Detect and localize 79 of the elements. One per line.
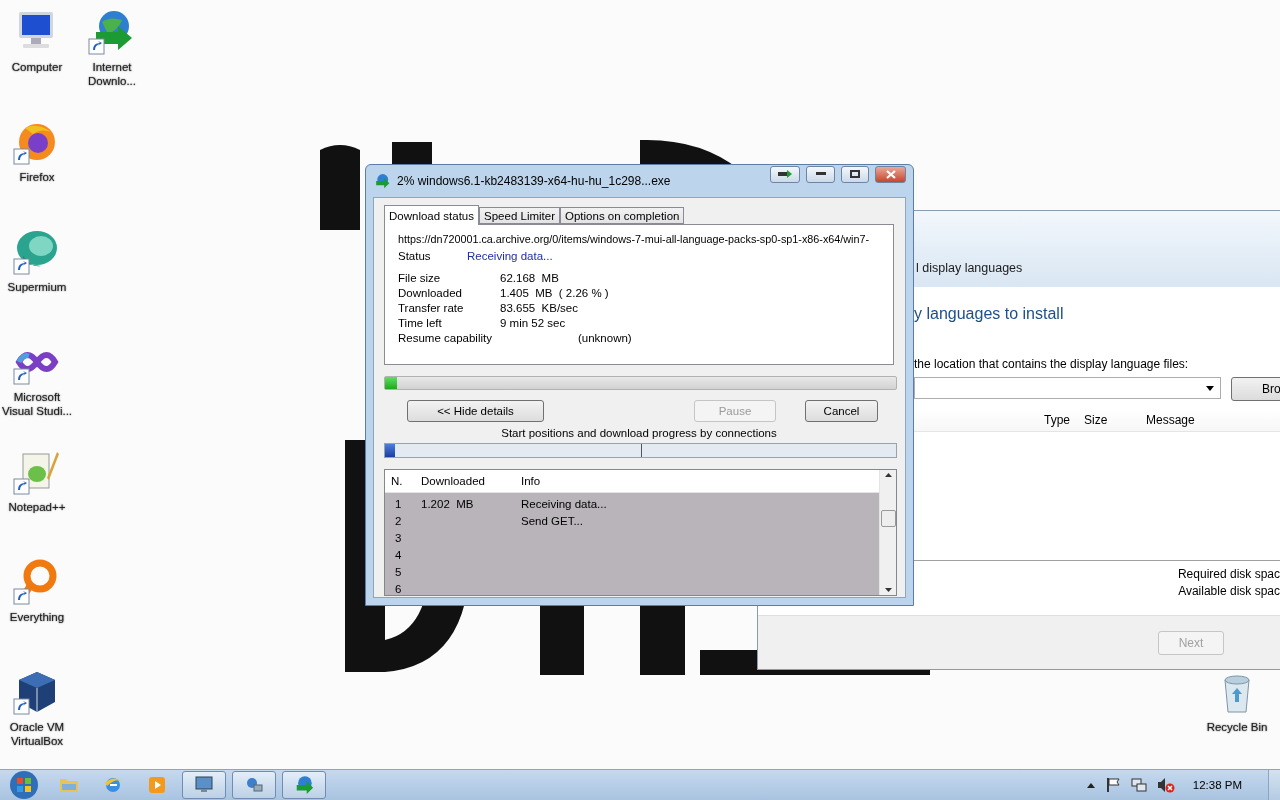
tab[interactable]: Speed Limiter <box>479 207 560 224</box>
window-header: l display languages <box>916 261 1023 275</box>
location-dropdown[interactable] <box>914 377 1221 399</box>
status-value: Receiving data... <box>467 250 553 262</box>
download-url: https://dn720001.ca.archive.org/0/items/windows-7-mui-all-language-packs-sp0-sp1-x86-x64/win7- <box>398 233 870 245</box>
icon-label: Recycle Bin <box>1206 720 1268 734</box>
page-heading: y languages to install <box>914 305 1065 323</box>
status-label: Status <box>398 250 432 262</box>
show-desktop-button[interactable] <box>1268 770 1280 800</box>
icon-label: Oracle VM VirtualBox <box>8 720 66 748</box>
table-cell: Send GET... <box>521 514 583 527</box>
tab[interactable]: Options on completion <box>560 207 685 224</box>
globe-e-icon[interactable] <box>103 775 123 795</box>
column-header[interactable]: Size <box>1084 413 1146 427</box>
scrollbar-thumb[interactable] <box>880 510 896 527</box>
detail-value: 62.168 MB <box>500 272 559 284</box>
column-header[interactable]: Type <box>1044 413 1084 427</box>
table-cell-text: 6 <box>394 582 403 595</box>
detail-label: Downloaded <box>398 287 463 299</box>
disk-space-label: Required disk spac <box>1177 567 1280 581</box>
disk-space-label: Available disk spac <box>1178 584 1280 598</box>
icon-label: Supermium <box>7 280 67 294</box>
tray-button[interactable] <box>770 165 800 183</box>
table-cell: Receiving data... <box>521 497 607 510</box>
clock[interactable]: 12:38 PM <box>1192 779 1242 791</box>
flag-icon[interactable] <box>1104 777 1121 793</box>
caret-icon <box>1206 385 1214 391</box>
media-player-icon[interactable] <box>148 776 166 794</box>
dialog-button[interactable]: Cancel <box>805 400 878 422</box>
detail-value: 83.655 KB/sec <box>500 302 578 314</box>
column-header[interactable]: Info <box>515 475 715 487</box>
scrollbar[interactable] <box>879 470 896 595</box>
table-cell-text: 2 <box>394 514 403 527</box>
column-header[interactable]: N. <box>385 475 415 487</box>
detail-value: 9 min 52 sec <box>500 317 566 329</box>
down-arrow-icon <box>884 588 892 592</box>
taskbar-button[interactable] <box>232 771 276 799</box>
arrow-icon <box>777 170 793 178</box>
column-header[interactable]: Message <box>1146 413 1246 427</box>
icon-label: Everything <box>9 610 65 624</box>
taskbar-button[interactable] <box>182 771 226 799</box>
table-cell-text: 4 <box>394 548 403 561</box>
table-cell-text: 3 <box>394 531 403 544</box>
maximize-icon <box>850 170 860 178</box>
minimize-icon <box>815 172 826 176</box>
icon-label: Computer <box>11 60 63 74</box>
up-arrow-icon <box>884 473 892 477</box>
windows-orb-icon <box>9 770 39 800</box>
connections-caption: Start positions and download progress by connections <box>501 427 777 439</box>
network-icon[interactable] <box>1130 777 1147 793</box>
detail-label: Resume capability <box>398 332 493 344</box>
column-header[interactable]: Downloaded <box>415 475 515 487</box>
close-button[interactable] <box>875 165 906 183</box>
location-prompt: the location that contains the display language files: <box>914 357 1190 371</box>
detail-label: File size <box>398 272 442 284</box>
window-title: 2% windows6.1-kb2483139-x64-hu-hu_1c298...exe <box>397 174 672 188</box>
maximize-button[interactable] <box>841 165 869 183</box>
detail-value: (unknown) <box>578 332 632 344</box>
detail-label: Time left <box>398 317 443 329</box>
network-icon[interactable] <box>244 776 264 794</box>
table-cell-text: 5 <box>394 565 403 578</box>
icon-label: Firefox <box>19 170 55 184</box>
tab[interactable]: Download status <box>384 205 480 225</box>
icon-label: Internet Downlo... <box>87 60 137 88</box>
globe-arrow-icon <box>373 173 391 189</box>
dialog-button[interactable]: << Hide details <box>407 400 544 422</box>
detail-value: 1.405 MB ( 2.26 % ) <box>500 287 609 299</box>
minimize-button[interactable] <box>806 165 835 183</box>
browse-button[interactable]: Bro <box>1231 377 1280 401</box>
table-cell-text: 1 <box>394 497 403 510</box>
taskbar-button[interactable] <box>282 771 326 799</box>
caret-up-icon[interactable] <box>1086 782 1095 788</box>
speaker-muted-icon[interactable] <box>1156 777 1175 793</box>
icon-label: Microsoft Visual Studi... <box>0 390 74 418</box>
monitor-icon[interactable] <box>194 776 214 794</box>
icon-label: Notepad++ <box>8 500 66 514</box>
table-cell: 1.202 MB <box>421 497 474 510</box>
detail-label: Transfer rate <box>398 302 465 314</box>
close-icon <box>885 169 896 179</box>
